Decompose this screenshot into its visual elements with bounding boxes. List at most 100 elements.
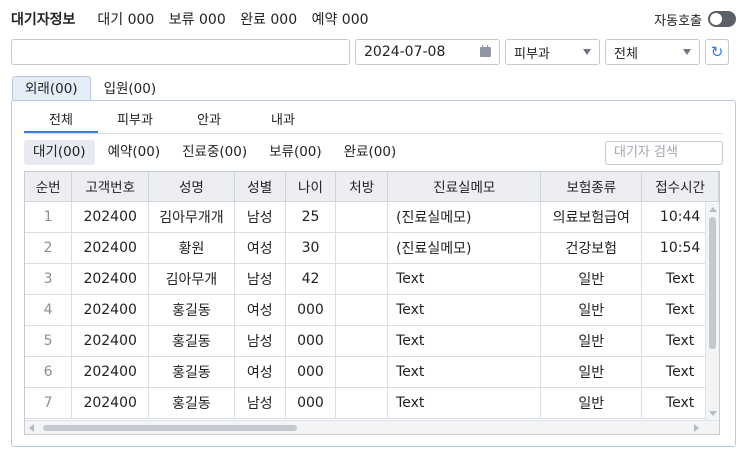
tab-outpatient[interactable]: 외래(00): [12, 76, 91, 100]
table-cell: (진료실메모): [387, 232, 542, 264]
col-memo[interactable]: 진료실메모: [387, 172, 542, 202]
filter-select-value: 전체: [614, 46, 638, 62]
table-cell: 3: [25, 263, 73, 295]
table-cell: 일반: [540, 263, 643, 295]
table-row[interactable]: 7 202400 홍길동 남성 000 Text 일반 Text: [25, 387, 719, 419]
table-cell: 42: [285, 263, 337, 295]
table-row[interactable]: 1 202400 김아무개개 남성 25 (진료실메모) 의료보험급여 10:44: [25, 201, 719, 233]
table-cell: 홍길동: [148, 325, 235, 357]
filter-reserve[interactable]: 예약(00): [99, 140, 170, 165]
filter-hold[interactable]: 보류(00): [260, 140, 331, 165]
col-age[interactable]: 나이: [285, 172, 337, 202]
table-cell: 일반: [540, 356, 643, 388]
table-cell: 25: [285, 201, 337, 233]
table-cell: 6: [25, 356, 73, 388]
scroll-left-icon[interactable]: [29, 424, 34, 432]
scroll-down-icon[interactable]: [709, 411, 717, 416]
table-cell: Text: [387, 387, 542, 419]
waitlist-table: 순번 고객번호 성명 성별 나이 처방 진료실메모 보험종류 접수시간 1 202…: [24, 171, 720, 435]
table-cell: 홍길동: [148, 387, 235, 419]
dept-tab-all[interactable]: 전체: [24, 111, 98, 133]
col-seq[interactable]: 순번: [25, 172, 73, 202]
filter-in-treatment[interactable]: 진료중(00): [173, 140, 256, 165]
table-cell: 202400: [71, 232, 150, 264]
table-cell: [335, 263, 389, 295]
table-cell: [335, 232, 389, 264]
auto-call-toggle[interactable]: [708, 11, 736, 27]
auto-call-label: 자동호출: [654, 13, 702, 29]
col-prescription[interactable]: 처방: [335, 172, 389, 202]
refresh-button[interactable]: ↻: [705, 39, 729, 65]
table-cell: 000: [285, 356, 337, 388]
table-cell: 일반: [540, 294, 643, 326]
table-cell: 여성: [234, 356, 286, 388]
table-cell: 202400: [71, 356, 150, 388]
horizontal-scrollbar[interactable]: [25, 420, 719, 434]
table-cell: 황원: [148, 232, 235, 264]
table-cell: 202400: [71, 387, 150, 419]
table-cell: 김아무개: [148, 263, 235, 295]
table-row[interactable]: 2 202400 황원 여성 30 (진료실메모) 건강보험 10:54: [25, 232, 719, 264]
count-done: 완료 000: [240, 12, 298, 28]
tab-inpatient[interactable]: 입원(00): [91, 76, 170, 100]
table-row[interactable]: 5 202400 홍길동 남성 000 Text 일반 Text: [25, 325, 719, 357]
col-name[interactable]: 성명: [148, 172, 235, 202]
table-cell: 7: [25, 387, 73, 419]
filter-wait[interactable]: 대기(00): [24, 140, 95, 165]
table-cell: Text: [387, 294, 542, 326]
vertical-scrollbar[interactable]: [705, 203, 719, 420]
table-cell: 일반: [540, 387, 643, 419]
page-title: 대기자정보: [11, 12, 76, 28]
table-cell: 2: [25, 232, 73, 264]
col-reception-time[interactable]: 접수시간: [641, 172, 719, 202]
filter-done[interactable]: 완료(00): [335, 140, 406, 165]
table-row[interactable]: 3 202400 김아무개 남성 42 Text 일반 Text: [25, 263, 719, 295]
waitlist-search-input[interactable]: 대기자 검색: [605, 140, 723, 165]
count-hold: 보류 000: [168, 12, 226, 28]
search-input[interactable]: [11, 39, 350, 65]
dept-tabs: 전체 피부과 안과 내과: [24, 111, 723, 134]
scroll-thumb-h[interactable]: [43, 425, 297, 431]
table-cell: [335, 325, 389, 357]
table-cell: 여성: [234, 294, 286, 326]
col-customer-no[interactable]: 고객번호: [71, 172, 150, 202]
table-cell: (진료실메모): [387, 201, 542, 233]
table-cell: 남성: [234, 263, 286, 295]
table-cell: 홍길동: [148, 356, 235, 388]
table-row[interactable]: 6 202400 홍길동 여성 000 Text 일반 Text: [25, 356, 719, 388]
table-cell: Text: [387, 356, 542, 388]
dept-tab-internal[interactable]: 내과: [246, 111, 320, 133]
col-gender[interactable]: 성별: [234, 172, 286, 202]
date-picker[interactable]: 2024-07-08: [355, 39, 500, 65]
table-cell: 홍길동: [148, 294, 235, 326]
scroll-up-icon[interactable]: [709, 207, 717, 212]
table-cell: 남성: [234, 201, 286, 233]
table-cell: 남성: [234, 325, 286, 357]
table-cell: [335, 201, 389, 233]
dept-tab-ophthalmology[interactable]: 안과: [172, 111, 246, 133]
header: 대기자정보 대기 000 보류 000 완료 000 예약 000 자동호출: [11, 8, 736, 30]
toolbar: 2024-07-08 피부과 전체 ↻: [11, 39, 736, 65]
table-cell: Text: [387, 263, 542, 295]
table-cell: 여성: [234, 232, 286, 264]
table-cell: [335, 356, 389, 388]
table-cell: Text: [387, 325, 542, 357]
auto-call: 자동호출: [654, 10, 736, 29]
count-reserve: 예약 000: [311, 12, 369, 28]
dept-tab-dermatology[interactable]: 피부과: [98, 111, 172, 133]
table-cell: 202400: [71, 201, 150, 233]
filter-select[interactable]: 전체: [605, 39, 700, 65]
table-row[interactable]: 4 202400 홍길동 여성 000 Text 일반 Text: [25, 294, 719, 326]
table-cell: 000: [285, 325, 337, 357]
table-cell: 1: [25, 201, 73, 233]
calendar-icon[interactable]: [480, 45, 491, 57]
status-counts: 대기 000 보류 000 완료 000 예약 000: [97, 9, 378, 29]
refresh-icon: ↻: [710, 43, 724, 61]
visit-tabs: 외래(00) 입원(00): [12, 76, 169, 100]
table-header: 순번 고객번호 성명 성별 나이 처방 진료실메모 보험종류 접수시간: [25, 172, 719, 202]
dept-select[interactable]: 피부과: [505, 39, 600, 65]
col-insurance[interactable]: 보험종류: [540, 172, 643, 202]
scroll-thumb[interactable]: [709, 217, 716, 349]
scroll-right-icon[interactable]: [694, 424, 699, 432]
table-cell: 4: [25, 294, 73, 326]
